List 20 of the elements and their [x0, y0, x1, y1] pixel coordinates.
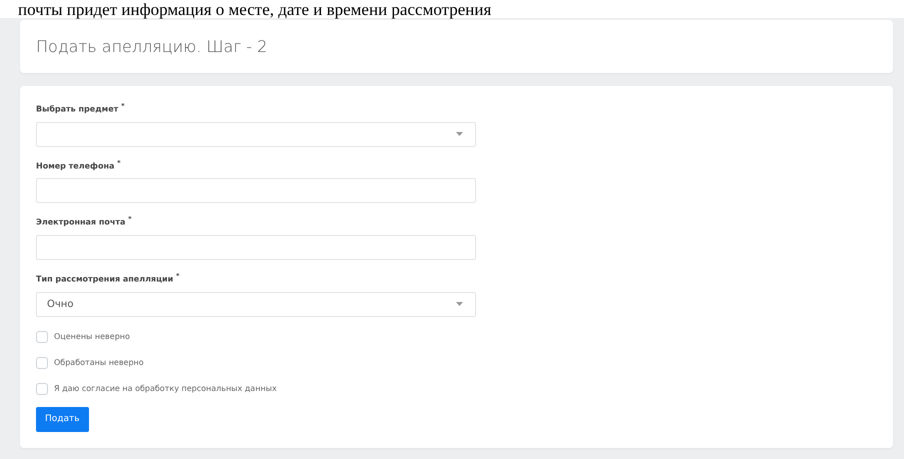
input-field[interactable]	[36, 234, 476, 260]
field-label: Номер телефона $^{*}$	[36, 158, 121, 170]
caret-icon	[456, 302, 463, 306]
checkbox-label: Оценены неверно	[54, 332, 130, 342]
caret-icon	[456, 132, 463, 136]
page-title: Подать апелляцию. Шаг - 2	[36, 37, 268, 56]
select-value: Очно	[47, 298, 74, 310]
field-label: Тип рассмотрения апелляции $^{*}$	[36, 272, 180, 284]
field-label: Электронная почта $^{*}$	[36, 215, 132, 227]
checkbox[interactable]	[36, 356, 48, 369]
checkbox-label: Я даю согласие на обработку персональных данных	[54, 384, 277, 394]
checkbox-label: Обработаны неверно	[54, 358, 144, 368]
checkbox[interactable]	[36, 330, 48, 343]
select-field[interactable]	[36, 122, 476, 147]
submit-button[interactable]: Подать	[36, 406, 89, 432]
input-field[interactable]	[36, 178, 476, 204]
select-field[interactable]: Очно	[36, 292, 476, 317]
document-text: почты придет информация о месте, дате и времени рассмотрения	[18, 1, 492, 19]
field-label: Выбрать предмет $^{*}$	[36, 102, 125, 114]
checkbox[interactable]	[36, 382, 48, 395]
